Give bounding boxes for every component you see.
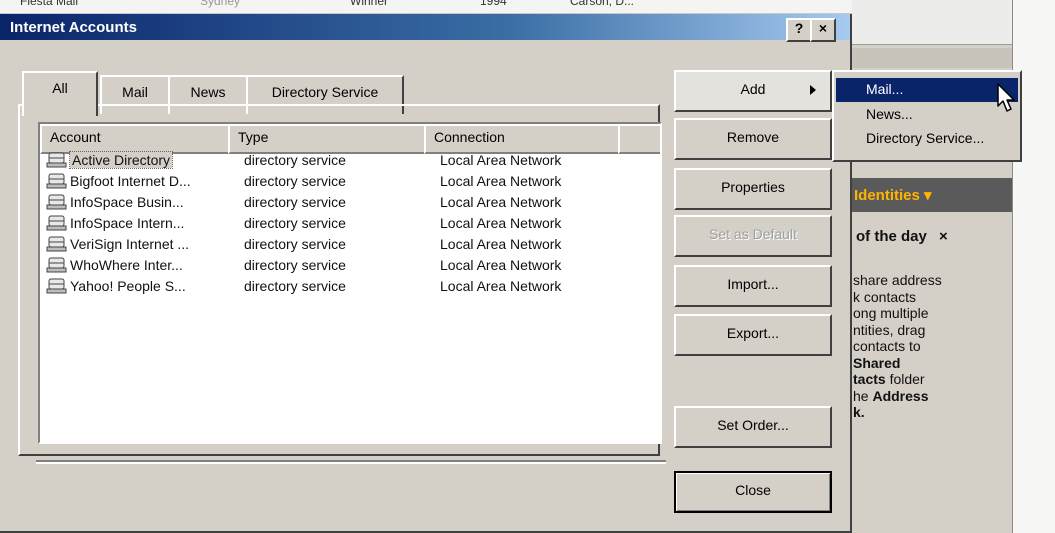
add-button[interactable]: Add <box>674 70 832 112</box>
properties-button[interactable]: Properties <box>674 168 832 210</box>
directory-service-icon <box>46 236 67 252</box>
tip-close-icon[interactable]: × <box>939 228 948 245</box>
table-row[interactable]: Active Directory directory service Local… <box>40 150 660 171</box>
tab-all[interactable]: All <box>22 71 98 116</box>
set-as-default-button[interactable]: Set as Default <box>674 215 832 257</box>
import-button[interactable]: Import... <box>674 265 832 307</box>
background-text: Fiesta Mail <box>20 0 79 8</box>
tip-of-the-day-body: share address k contacts ong multiple nt… <box>852 272 1010 421</box>
directory-service-icon <box>46 257 67 273</box>
menu-item-news[interactable]: News... <box>836 103 1018 127</box>
export-button[interactable]: Export... <box>674 314 832 356</box>
table-row[interactable]: InfoSpace Intern... directory service Lo… <box>40 213 660 234</box>
add-submenu: Mail... News... Directory Service... <box>832 70 1022 162</box>
identities-menu[interactable]: Identities ▾ <box>852 178 1012 212</box>
directory-service-icon <box>46 152 67 168</box>
tip-line: contacts to <box>853 338 921 354</box>
tip-line: Shared <box>853 354 901 371</box>
menu-item-directory-service[interactable]: Directory Service... <box>836 127 1018 151</box>
internet-accounts-dialog: Internet Accounts ? × All Mail News Dire… <box>0 14 852 533</box>
table-row[interactable]: Bigfoot Internet D... directory service … <box>40 171 660 192</box>
tip-line: he Address <box>853 387 929 404</box>
background-text: 1994 <box>480 0 507 8</box>
identities-label: Identities ▾ <box>854 187 932 204</box>
tip-line: ntities, drag <box>853 321 926 338</box>
remove-button[interactable]: Remove <box>674 118 832 160</box>
tip-title-text: of the day <box>856 228 927 245</box>
separator <box>36 460 666 464</box>
table-row[interactable]: VeriSign Internet ... directory service … <box>40 234 660 255</box>
dialog-title: Internet Accounts <box>10 19 137 36</box>
directory-service-icon <box>46 194 67 210</box>
accounts-list[interactable]: Account Type Connection Active Directory… <box>38 122 662 444</box>
background-right-header <box>852 0 1012 45</box>
dialog-titlebar[interactable]: Internet Accounts ? × <box>0 14 850 42</box>
close-icon[interactable]: × <box>810 18 836 42</box>
table-row[interactable]: WhoWhere Inter... directory service Loca… <box>40 255 660 276</box>
chevron-right-icon <box>810 85 816 95</box>
tip-line: ong multiple <box>853 305 929 321</box>
menu-item-mail[interactable]: Mail... <box>836 78 1018 102</box>
directory-service-icon <box>46 278 67 294</box>
tip-line: share address <box>853 272 942 288</box>
tip-of-the-day-title: of the day × <box>852 228 1012 254</box>
background-text: Carson, D... <box>570 0 635 8</box>
tip-line: k contacts <box>853 288 917 305</box>
set-order-button[interactable]: Set Order... <box>674 406 832 448</box>
background-text: Winner <box>350 0 389 8</box>
close-button[interactable]: Close <box>674 471 832 513</box>
tip-line: k. <box>853 404 865 420</box>
table-row[interactable]: InfoSpace Busin... directory service Loc… <box>40 192 660 213</box>
tip-line: tacts folder <box>853 371 925 387</box>
background-right-band <box>852 48 1012 68</box>
mouse-pointer-icon <box>997 83 1015 112</box>
directory-service-icon <box>46 215 67 231</box>
table-row[interactable]: Yahoo! People S... directory service Loc… <box>40 276 660 297</box>
background-text: Sydney <box>200 0 241 8</box>
directory-service-icon <box>46 173 67 189</box>
help-button[interactable]: ? <box>786 18 812 42</box>
